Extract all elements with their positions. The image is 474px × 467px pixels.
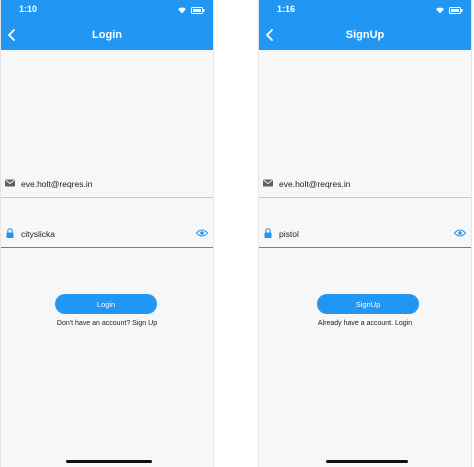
home-indicator bbox=[326, 460, 408, 463]
password-field-row bbox=[259, 220, 471, 248]
password-input[interactable] bbox=[21, 227, 171, 241]
page-title: Login bbox=[92, 29, 122, 41]
page-title: SignUp bbox=[345, 29, 385, 41]
status-icons bbox=[435, 5, 463, 15]
battery-icon bbox=[191, 6, 205, 14]
status-time: 1:16 bbox=[277, 4, 296, 14]
status-icons bbox=[177, 5, 205, 15]
wifi-icon bbox=[178, 7, 186, 14]
status-bar: 1:16 bbox=[259, 0, 471, 20]
battery-icon bbox=[449, 6, 463, 14]
email-field-row bbox=[1, 170, 213, 198]
email-input[interactable] bbox=[279, 177, 429, 191]
app-bar: Login bbox=[1, 20, 213, 50]
signup-button[interactable]: SignUp bbox=[317, 294, 419, 314]
signup-link[interactable]: Don't have an account? Sign Up bbox=[1, 320, 213, 327]
mail-icon bbox=[263, 179, 273, 187]
password-input[interactable] bbox=[279, 227, 429, 241]
mail-icon bbox=[5, 179, 15, 187]
email-input[interactable] bbox=[21, 177, 171, 191]
eye-icon[interactable] bbox=[454, 228, 466, 238]
login-screen: 1:10 Login Login Don't have an account? … bbox=[0, 0, 214, 467]
email-field-row bbox=[259, 170, 471, 198]
lock-icon bbox=[6, 228, 14, 238]
login-link[interactable]: Already have a account. Login bbox=[259, 320, 471, 327]
password-field-row bbox=[1, 220, 213, 248]
status-time: 1:10 bbox=[19, 4, 38, 14]
home-indicator bbox=[66, 460, 152, 463]
wifi-icon bbox=[436, 7, 444, 14]
login-button[interactable]: Login bbox=[55, 294, 157, 314]
eye-icon[interactable] bbox=[196, 228, 208, 238]
app-bar: SignUp bbox=[259, 20, 471, 50]
signup-screen: 1:16 SignUp SignUp Already have a accoun… bbox=[258, 0, 472, 467]
status-bar: 1:10 bbox=[1, 0, 213, 20]
lock-icon bbox=[264, 228, 272, 238]
